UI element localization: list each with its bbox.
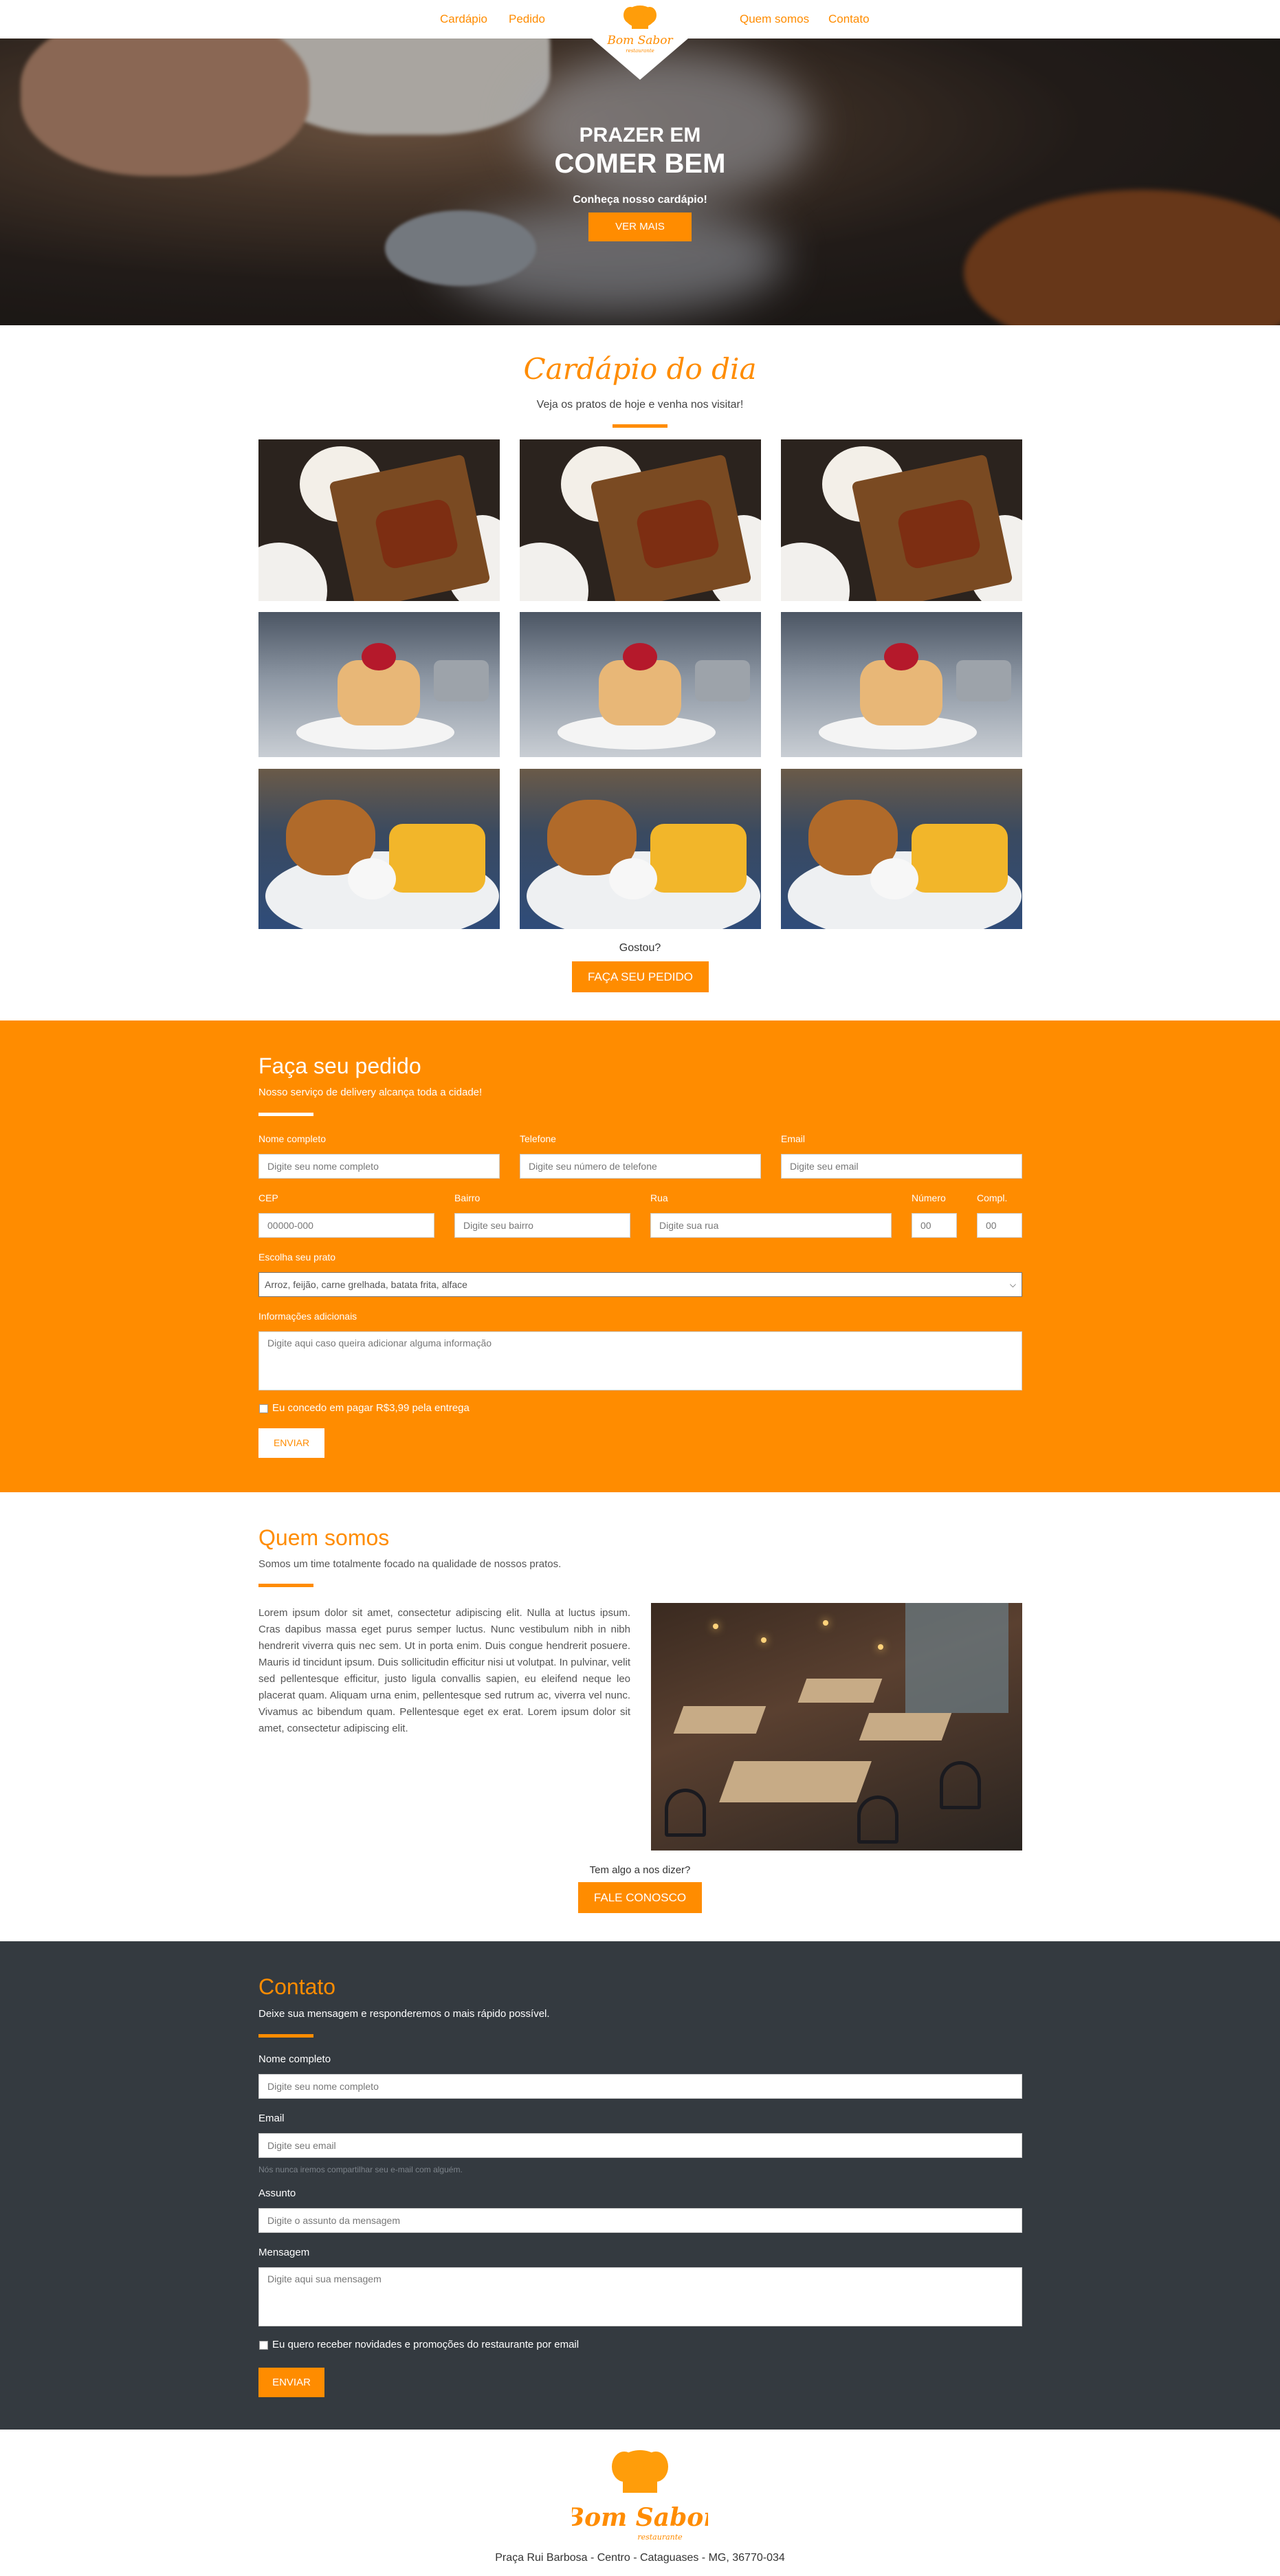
email-input[interactable]: Digite seu email: [781, 1154, 1022, 1179]
numero-label: Número: [912, 1192, 946, 1203]
contato-email-label: Email: [258, 2113, 285, 2124]
newsletter-checkbox-label: Eu quero receber novidades e promoções d…: [272, 2339, 580, 2350]
pedido-divider: [258, 1113, 313, 1116]
dish-image-pancakes[interactable]: [520, 612, 761, 757]
quem-subtitle: Somos um time totalmente focado na quali…: [258, 1558, 562, 1570]
contato-divider: [258, 2034, 313, 2038]
contato-subtitle: Deixe sua mensagem e responderemos o mai…: [258, 2008, 550, 2020]
telefone-input[interactable]: Digite seu número de telefone: [520, 1154, 761, 1179]
hero-subtitle: Conheça nosso cardápio!: [573, 194, 707, 206]
footer-address: Praça Rui Barbosa - Centro - Cataguases …: [495, 2552, 785, 2564]
telefone-label: Telefone: [520, 1133, 556, 1144]
rua-input[interactable]: Digite sua rua: [650, 1213, 892, 1238]
contato-enviar-button[interactable]: ENVIAR: [258, 2368, 324, 2397]
hero-title-line1: PRAZER EM: [579, 124, 701, 146]
dish-image-pancakes[interactable]: [258, 612, 500, 757]
contato-assunto-input[interactable]: Digite o assunto da mensagem: [258, 2208, 1022, 2233]
quem-title: Quem somos: [258, 1525, 390, 1550]
contato-title: Contato: [258, 1974, 336, 1999]
chevron-down-icon: ⌵: [1009, 1280, 1016, 1289]
pedido-title: Faça seu pedido: [258, 1054, 421, 1078]
nav-link-pedido[interactable]: Pedido: [509, 12, 545, 26]
contato-nome-input[interactable]: Digite seu nome completo: [258, 2074, 1022, 2099]
cardapio-subtitle: Veja os pratos de hoje e venha nos visit…: [536, 399, 744, 411]
dish-image-steak[interactable]: [781, 439, 1022, 601]
dish-image-burger[interactable]: [781, 769, 1022, 929]
nav-logo-sub: restaurante: [626, 48, 654, 54]
entrega-checkbox[interactable]: [259, 1404, 268, 1413]
info-label: Informações adicionais: [258, 1311, 357, 1322]
ver-mais-button[interactable]: VER MAIS: [588, 212, 692, 241]
chef-hat-icon: Bom Sabor restaurante: [563, 2450, 718, 2542]
nav-link-cardapio[interactable]: Cardápio: [440, 12, 487, 26]
compl-input[interactable]: 00: [977, 1213, 1022, 1238]
prato-label: Escolha seu prato: [258, 1252, 336, 1263]
restaurant-interior-image: [651, 1603, 1022, 1851]
fale-conosco-button[interactable]: FALE CONOSCO: [578, 1882, 702, 1913]
dish-image-steak[interactable]: [520, 439, 761, 601]
dish-image-steak[interactable]: [258, 439, 500, 601]
bairro-label: Bairro: [454, 1192, 481, 1203]
gostou-text: Gostou?: [619, 942, 661, 954]
contato-section: Contato Deixe sua mensagem e responderem…: [0, 1941, 1280, 2430]
newsletter-checkbox[interactable]: [259, 2341, 268, 2350]
tem-algo-text: Tem algo a nos dizer?: [589, 1864, 691, 1876]
footer-logo-text: Bom Sabor: [572, 2503, 708, 2532]
footer-logo-sub: restaurante: [637, 2533, 683, 2542]
nome-input[interactable]: Digite seu nome completo: [258, 1154, 500, 1179]
hero-title-line2: COMER BEM: [554, 149, 726, 179]
cardapio-title: Cardápio do dia: [523, 352, 757, 386]
nav-link-quem-somos[interactable]: Quem somos: [740, 12, 809, 26]
contato-assunto-label: Assunto: [258, 2187, 296, 2199]
nome-label: Nome completo: [258, 1133, 327, 1144]
prato-select-value: Arroz, feijão, carne grelhada, batata fr…: [265, 1279, 467, 1290]
contato-mensagem-label: Mensagem: [258, 2247, 310, 2258]
chef-hat-logo-badge: Bom Sabor restaurante: [592, 0, 688, 80]
pedido-subtitle: Nosso serviço de delivery alcança toda a…: [258, 1087, 483, 1098]
compl-label: Compl.: [977, 1192, 1008, 1203]
bairro-input[interactable]: Digite seu bairro: [454, 1213, 630, 1238]
pedido-section: Faça seu pedido Nosso serviço de deliver…: [0, 1020, 1280, 1492]
dish-image-burger[interactable]: [258, 769, 500, 929]
footer-logo: Bom Sabor restaurante: [563, 2441, 718, 2552]
contato-mensagem-textarea[interactable]: Digite aqui sua mensagem: [258, 2267, 1022, 2326]
rua-label: Rua: [650, 1192, 668, 1203]
quem-text: Lorem ipsum dolor sit amet, consectetur …: [258, 1607, 630, 1734]
numero-input[interactable]: 00: [912, 1213, 957, 1238]
dish-image-pancakes[interactable]: [781, 612, 1022, 757]
cep-label: CEP: [258, 1192, 278, 1203]
nav-logo-text: Bom Sabor: [606, 34, 673, 47]
email-label: Email: [781, 1133, 806, 1144]
quem-divider: [258, 1584, 313, 1587]
entrega-checkbox-label: Eu concedo em pagar R$3,99 pela entrega: [272, 1402, 470, 1414]
contato-email-input[interactable]: Digite seu email: [258, 2133, 1022, 2158]
cep-input[interactable]: 00000-000: [258, 1213, 434, 1238]
contato-email-help: Nós nunca iremos compartilhar seu e-mail…: [258, 2165, 463, 2174]
info-textarea[interactable]: Digite aqui caso queira adicionar alguma…: [258, 1331, 1022, 1390]
prato-select[interactable]: Arroz, feijão, carne grelhada, batata fr…: [258, 1272, 1022, 1297]
nav-link-contato[interactable]: Contato: [828, 12, 870, 26]
contato-nome-label: Nome completo: [258, 2053, 331, 2065]
cardapio-divider: [613, 424, 667, 428]
hero-banner: PRAZER EM COMER BEM Conheça nosso cardáp…: [0, 39, 1280, 325]
nav-logo[interactable]: Bom Sabor restaurante: [592, 0, 688, 80]
dish-image-burger[interactable]: [520, 769, 761, 929]
pedido-enviar-button[interactable]: ENVIAR: [258, 1428, 324, 1458]
faca-seu-pedido-button[interactable]: FAÇA SEU PEDIDO: [572, 961, 709, 992]
